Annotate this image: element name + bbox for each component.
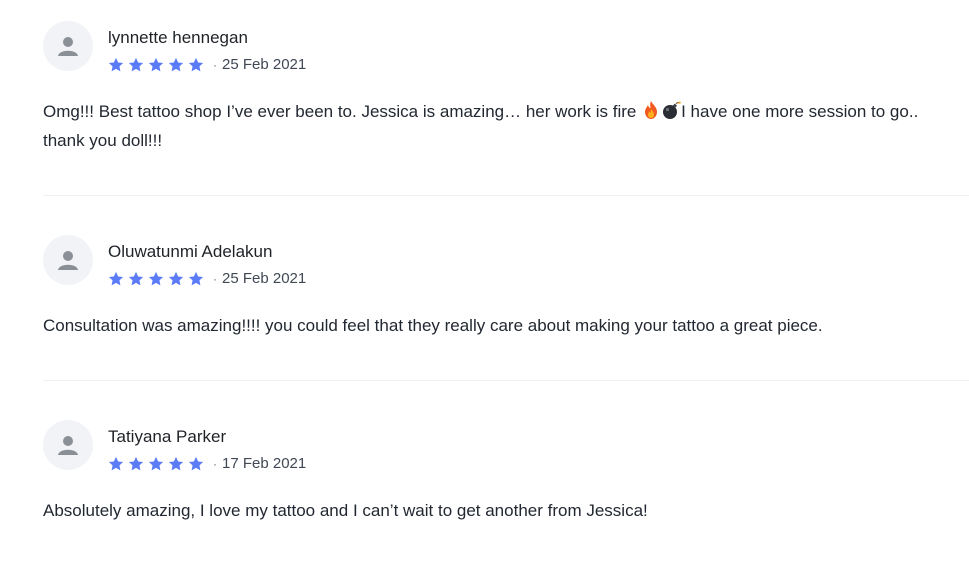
star-icon [128, 271, 144, 286]
meta-separator: · [213, 272, 217, 286]
divider [43, 195, 969, 196]
star-icon [188, 456, 204, 471]
star-icon [148, 57, 164, 72]
user-icon [58, 251, 78, 270]
star-icon [188, 271, 204, 286]
meta-separator: · [213, 58, 217, 72]
star-icon [168, 456, 184, 471]
bomb-icon [663, 101, 681, 119]
review-header: Oluwatunmi Adelakun · 25 Feb 2021 [43, 235, 969, 293]
star-icon [168, 57, 184, 72]
star-rating [107, 270, 205, 288]
reviews-list: lynnette hennegan · 25 Feb 2021 Omg!!! B… [0, 0, 969, 561]
review-meta: · 17 Feb 2021 [107, 453, 306, 475]
review-meta: · 25 Feb 2021 [107, 54, 306, 76]
review-card: lynnette hennegan · 25 Feb 2021 Omg!!! B… [43, 21, 969, 155]
review-header: lynnette hennegan · 25 Feb 2021 [43, 21, 969, 79]
review-text: Consultation was amazing!!!! you could f… [43, 316, 823, 335]
star-icon [148, 456, 164, 471]
review-meta: · 25 Feb 2021 [107, 268, 306, 290]
reviewer-name: lynnette hennegan [108, 28, 248, 47]
review-card: Tatiyana Parker · 17 Feb 2021 Absolutely… [43, 420, 969, 525]
review-date: 17 Feb 2021 [222, 455, 307, 472]
review-date: 25 Feb 2021 [222, 56, 307, 73]
star-icon [148, 271, 164, 286]
review-header: Tatiyana Parker · 17 Feb 2021 [43, 420, 969, 478]
meta-separator: · [213, 457, 217, 471]
star-icon [108, 271, 124, 286]
review-text: Omg!!! Best tattoo shop I’ve ever been t… [43, 97, 928, 155]
review-card: Oluwatunmi Adelakun · 25 Feb 2021 Consul… [43, 235, 969, 340]
user-icon [58, 436, 78, 455]
divider [43, 380, 969, 381]
review-date: 25 Feb 2021 [222, 270, 307, 287]
review-text-part: Omg!!! Best tattoo shop I’ve ever been t… [43, 102, 642, 121]
avatar [43, 420, 93, 470]
review-text: Absolutely amazing, I love my tattoo and… [43, 501, 648, 520]
avatar [43, 21, 93, 71]
reviewer-name: Oluwatunmi Adelakun [108, 242, 273, 261]
star-icon [188, 57, 204, 72]
star-icon [128, 456, 144, 471]
star-rating [107, 455, 205, 473]
star-icon [128, 57, 144, 72]
star-rating [107, 56, 205, 74]
reviewer-name: Tatiyana Parker [108, 427, 227, 446]
fire-icon [645, 101, 658, 119]
user-icon [58, 37, 78, 56]
star-icon [108, 456, 124, 471]
star-icon [108, 57, 124, 72]
avatar [43, 235, 93, 285]
star-icon [168, 271, 184, 286]
